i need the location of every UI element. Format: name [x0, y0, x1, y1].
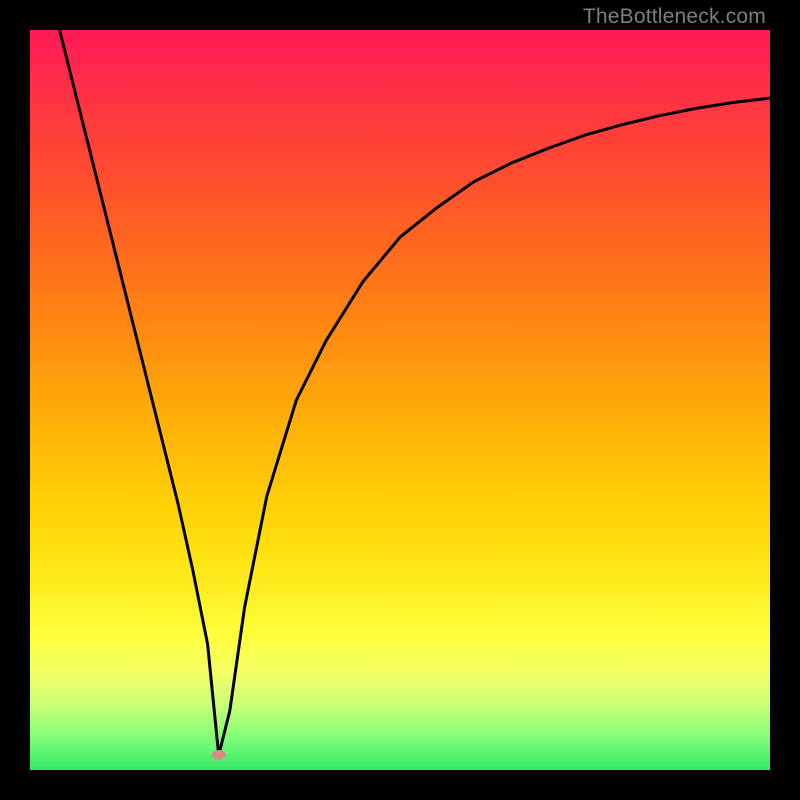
optimum-marker	[212, 750, 226, 760]
watermark-text: TheBottleneck.com	[583, 5, 766, 29]
chart-frame: TheBottleneck.com	[0, 0, 800, 800]
bottleneck-curve	[30, 30, 770, 770]
